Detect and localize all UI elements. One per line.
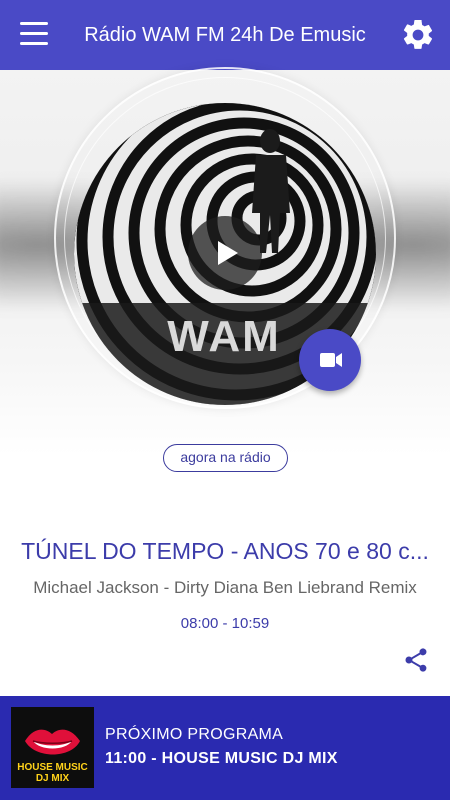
video-camera-icon bbox=[320, 353, 342, 367]
play-button[interactable] bbox=[188, 216, 262, 290]
thumb-line1: HOUSE MUSIC bbox=[17, 762, 88, 773]
app-title: Rádio WAM FM 24h De Emusic bbox=[84, 24, 366, 46]
program-title: TÚNEL DO TEMPO - ANOS 70 e 80 c... bbox=[21, 538, 429, 564]
track-info: Michael Jackson - Dirty Diana Ben Liebra… bbox=[33, 578, 417, 597]
gear-icon[interactable] bbox=[400, 17, 436, 53]
video-button[interactable] bbox=[299, 329, 361, 391]
cover-logo-text: WAM bbox=[167, 312, 281, 361]
next-program-thumbnail: HOUSE MUSIC DJ MIX bbox=[11, 707, 94, 788]
play-icon bbox=[218, 241, 238, 265]
share-icon[interactable] bbox=[402, 646, 430, 674]
next-program-name: 11:00 - HOUSE MUSIC DJ MIX bbox=[105, 750, 338, 767]
menu-icon[interactable] bbox=[18, 22, 52, 48]
next-program-label: PRÓXIMO PROGRAMA bbox=[105, 726, 284, 743]
app-bar: Rádio WAM FM 24h De Emusic bbox=[0, 0, 450, 70]
now-on-radio-button[interactable]: agora na rádio bbox=[163, 444, 288, 472]
thumb-line2: DJ MIX bbox=[35, 773, 70, 784]
program-time: 08:00 - 10:59 bbox=[180, 615, 270, 632]
next-program-bar[interactable]: HOUSE MUSIC DJ MIX PRÓXIMO PROGRAMA 11:0… bbox=[0, 696, 450, 800]
